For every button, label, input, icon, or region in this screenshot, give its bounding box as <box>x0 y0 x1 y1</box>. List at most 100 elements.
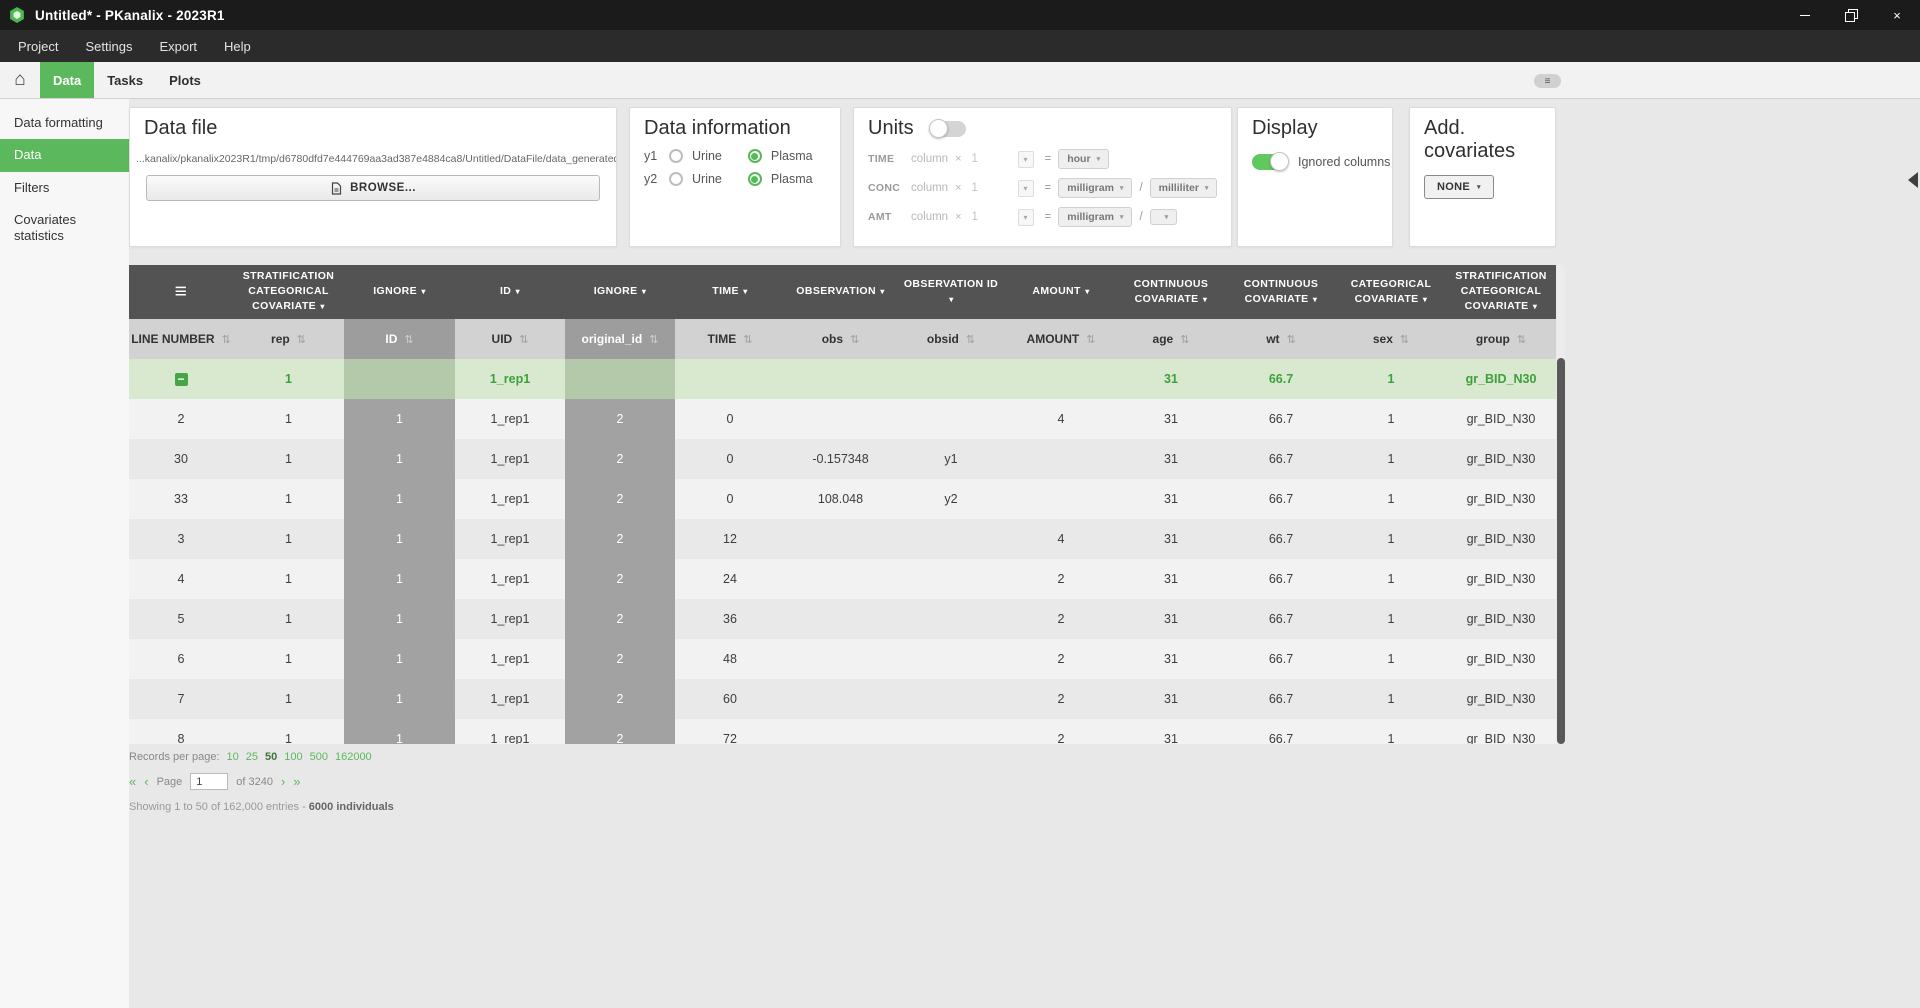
table-row[interactable]: −11_rep13166.71gr_BID_N30 <box>129 359 1556 399</box>
column-type-dropdown[interactable]: OBSERVATION ID ▾ <box>896 265 1006 319</box>
browse-button[interactable]: BROWSE... <box>146 175 600 201</box>
column-type-dropdown[interactable]: STRATIFICATION CATEGORICAL COVARIATE ▾ <box>1446 265 1556 319</box>
table-row[interactable]: 6111_rep124823166.71gr_BID_N30 <box>129 639 1556 679</box>
amt-factor-dropdown-icon[interactable]: ▾ <box>1018 209 1034 226</box>
home-icon[interactable]: ⌂ <box>0 62 40 98</box>
amt-unit-dropdown[interactable]: milligram▾ <box>1058 207 1132 227</box>
sidebar-item-data-formatting[interactable]: Data formatting <box>0 107 129 139</box>
column-header-TIME[interactable]: TIME⇅ <box>675 319 785 359</box>
menu-export[interactable]: Export <box>159 39 197 54</box>
table-row[interactable]: 4111_rep122423166.71gr_BID_N30 <box>129 559 1556 599</box>
conc-unit2-dropdown[interactable]: milliliter▾ <box>1150 178 1218 198</box>
sidebar-item-data[interactable]: Data <box>0 139 129 171</box>
sort-icon[interactable]: ⇅ <box>1517 334 1526 346</box>
conc-unit-dropdown[interactable]: milligram▾ <box>1058 178 1132 198</box>
table-row[interactable]: 30111_rep120-0.157348y13166.71gr_BID_N30 <box>129 439 1556 479</box>
tab-plots[interactable]: Plots <box>156 62 214 98</box>
table-scrollbar[interactable] <box>1557 265 1565 744</box>
records-option-25[interactable]: 25 <box>246 751 258 763</box>
column-header-rep[interactable]: rep⇅ <box>233 319 344 359</box>
y2-plasma-label[interactable]: Plasma <box>771 172 813 186</box>
column-type-dropdown[interactable]: CONTINUOUS COVARIATE ▾ <box>1116 265 1226 319</box>
column-header-ID[interactable]: ID⇅ <box>344 319 455 359</box>
y1-plasma-radio[interactable] <box>748 149 762 163</box>
table-row[interactable]: 5111_rep123623166.71gr_BID_N30 <box>129 599 1556 639</box>
last-page-button[interactable]: » <box>293 774 300 789</box>
column-header-age[interactable]: age⇅ <box>1116 319 1226 359</box>
close-button[interactable]: × <box>1874 0 1920 30</box>
y1-urine-radio[interactable] <box>669 149 683 163</box>
column-header-original_id[interactable]: original_id⇅ <box>565 319 675 359</box>
column-type-dropdown[interactable]: TIME ▾ <box>675 265 785 319</box>
menu-project[interactable]: Project <box>18 39 58 54</box>
sort-icon[interactable]: ⇅ <box>743 334 752 346</box>
menu-help[interactable]: Help <box>224 39 251 54</box>
sort-icon[interactable]: ⇅ <box>519 334 528 346</box>
tab-tasks[interactable]: Tasks <box>94 62 156 98</box>
column-header-obs[interactable]: obs⇅ <box>785 319 896 359</box>
column-type-dropdown[interactable]: AMOUNT ▾ <box>1006 265 1116 319</box>
time-unit-dropdown[interactable]: hour▾ <box>1058 149 1109 169</box>
first-page-button[interactable]: « <box>129 774 136 789</box>
sidebar-item-filters[interactable]: Filters <box>0 172 129 204</box>
column-type-dropdown[interactable]: STRATIFICATION CATEGORICAL COVARIATE ▾ <box>233 265 344 319</box>
sort-icon[interactable]: ⇅ <box>850 334 859 346</box>
table-row[interactable]: 7111_rep126023166.71gr_BID_N30 <box>129 679 1556 719</box>
column-header-group[interactable]: group⇅ <box>1446 319 1556 359</box>
scrollbar-thumb[interactable] <box>1557 358 1565 744</box>
table-row[interactable]: 2111_rep12043166.71gr_BID_N30 <box>129 399 1556 439</box>
amt-unit2-dropdown[interactable]: ▾ <box>1150 209 1178 225</box>
comments-button[interactable]: ≡ <box>1534 74 1561 88</box>
collapse-group-icon[interactable]: − <box>175 373 188 386</box>
column-type-dropdown[interactable]: CONTINUOUS COVARIATE ▾ <box>1226 265 1336 319</box>
expand-right-panel-arrow[interactable] <box>1908 172 1918 188</box>
column-type-dropdown[interactable]: IGNORE ▾ <box>565 265 675 319</box>
menu-settings[interactable]: Settings <box>85 39 132 54</box>
sort-icon[interactable]: ⇅ <box>1086 334 1095 346</box>
column-type-dropdown[interactable]: OBSERVATION ▾ <box>785 265 896 319</box>
amt-factor-value[interactable]: 1 <box>969 211 1011 223</box>
column-header-wt[interactable]: wt⇅ <box>1226 319 1336 359</box>
sort-icon[interactable]: ⇅ <box>404 334 413 346</box>
columns-menu-button[interactable]: ≡ <box>129 265 233 319</box>
records-option-50[interactable]: 50 <box>265 751 277 763</box>
sort-icon[interactable]: ⇅ <box>1180 334 1189 346</box>
column-header-AMOUNT[interactable]: AMOUNT⇅ <box>1006 319 1116 359</box>
sidebar-item-covariates-statistics[interactable]: Covariates statistics <box>0 204 129 253</box>
add-covariates-none-dropdown[interactable]: NONE ▾ <box>1424 175 1494 199</box>
page-input[interactable] <box>190 773 228 790</box>
sort-icon[interactable]: ⇅ <box>222 334 231 346</box>
sort-icon[interactable]: ⇅ <box>649 334 658 346</box>
records-option-100[interactable]: 100 <box>284 751 302 763</box>
records-option-500[interactable]: 500 <box>310 751 328 763</box>
time-factor-value[interactable]: 1 <box>969 153 1011 165</box>
records-option-162000[interactable]: 162000 <box>335 751 372 763</box>
column-type-dropdown[interactable]: IGNORE ▾ <box>344 265 455 319</box>
units-toggle[interactable] <box>930 121 966 137</box>
column-type-dropdown[interactable]: ID ▾ <box>455 265 565 319</box>
y1-plasma-label[interactable]: Plasma <box>771 149 813 163</box>
restore-button[interactable] <box>1828 0 1874 30</box>
next-page-button[interactable]: › <box>281 774 285 789</box>
column-header-UID[interactable]: UID⇅ <box>455 319 565 359</box>
y2-urine-label[interactable]: Urine <box>692 172 722 186</box>
y1-urine-label[interactable]: Urine <box>692 149 722 163</box>
sort-icon[interactable]: ⇅ <box>1287 334 1296 346</box>
conc-factor-value[interactable]: 1 <box>969 182 1011 194</box>
tab-data[interactable]: Data <box>40 62 94 98</box>
column-type-dropdown[interactable]: CATEGORICAL COVARIATE ▾ <box>1336 265 1446 319</box>
y2-plasma-radio[interactable] <box>748 172 762 186</box>
ignored-columns-toggle[interactable] <box>1252 154 1288 170</box>
table-row[interactable]: 3111_rep121243166.71gr_BID_N30 <box>129 519 1556 559</box>
prev-page-button[interactable]: ‹ <box>144 774 148 789</box>
sort-icon[interactable]: ⇅ <box>966 334 975 346</box>
column-header-LINE NUMBER[interactable]: LINE NUMBER⇅ <box>129 319 233 359</box>
table-row[interactable]: 8111_rep127223166.71gr_BID_N30 <box>129 719 1556 744</box>
sort-icon[interactable]: ⇅ <box>297 334 306 346</box>
records-option-10[interactable]: 10 <box>227 751 239 763</box>
minimize-button[interactable] <box>1782 0 1828 30</box>
column-header-obsid[interactable]: obsid⇅ <box>896 319 1006 359</box>
table-row[interactable]: 33111_rep120108.048y23166.71gr_BID_N30 <box>129 479 1556 519</box>
sort-icon[interactable]: ⇅ <box>1400 334 1409 346</box>
y2-urine-radio[interactable] <box>669 172 683 186</box>
